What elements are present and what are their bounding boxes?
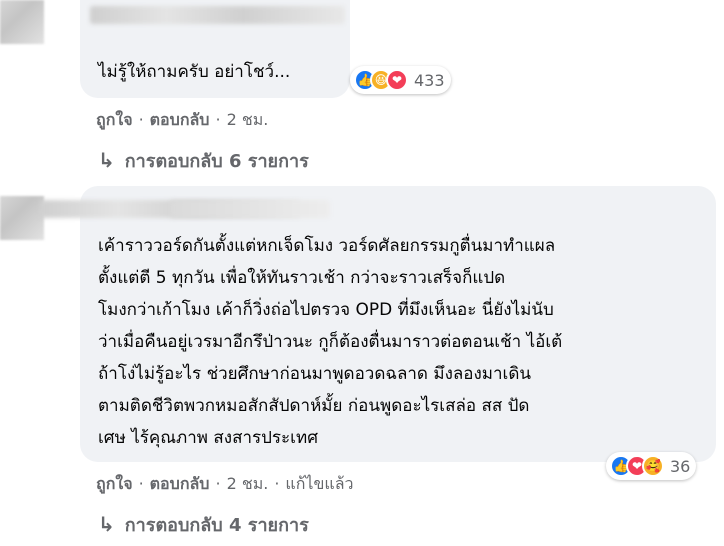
comment-line: ว่าเมื่อคืนอยู่เวรมาอีกรึป่าวนะ กูก็ต้อง… [98, 332, 563, 352]
comment-text: เค้าราววอร์ดกันตั้งแต่หกเจ็ดโมง วอร์ดศัล… [98, 230, 562, 454]
view-replies-link[interactable]: ↳ การตอบกลับ 6 รายการ [98, 146, 309, 175]
reply-arrow-icon: ↳ [98, 148, 115, 172]
avatar[interactable] [0, 0, 44, 44]
comment-bubble: เค้าราววอร์ดกันตั้งแต่หกเจ็ดโมง วอร์ดศัล… [40, 186, 716, 462]
replies-label: การตอบกลับ 6 รายการ [124, 151, 309, 172]
reply-button[interactable]: ตอบกลับ [150, 110, 210, 129]
avatar[interactable] [0, 196, 44, 240]
comment-line: เศษ ไร้คุณภาพ สงสารประเทศ [98, 428, 318, 448]
care-icon: 🥰 [642, 455, 664, 477]
comment-actions: ถูกใจ · ตอบกลับ · 2 ชม. [96, 108, 268, 133]
separator-dot: · [138, 110, 144, 129]
separator-dot: · [138, 474, 144, 493]
comment-text: ไม่รู้ให้ถามครับ อย่าโชว์... [98, 62, 291, 82]
reply-button[interactable]: ตอบกลับ [150, 474, 210, 493]
comment-actions: ถูกใจ · ตอบกลับ · 2 ชม. · แก้ไขแล้ว [96, 472, 354, 497]
separator-dot: · [274, 474, 280, 493]
replies-label: การตอบกลับ 4 รายการ [124, 515, 309, 536]
reply-arrow-icon: ↳ [98, 512, 115, 536]
comment-line: โมงกว่าเก้าโมง เค้าก็วิ่งถ่อไปตรวจ OPD ท… [98, 300, 554, 320]
comment-line: ตามติดชีวิตพวกหมอสักสัปดาห์มั้ย ก่อนพูดอ… [98, 396, 530, 416]
like-button[interactable]: ถูกใจ [96, 474, 133, 493]
like-button[interactable]: ถูกใจ [96, 110, 133, 129]
reaction-count: 433 [414, 70, 445, 90]
comment-line: เค้าราววอร์ดกันตั้งแต่หกเจ็ดโมง วอร์ดศัล… [98, 236, 556, 256]
comment-line: ตั้งแต่ตี 5 ทุกวัน เพื่อให้ทันราวเช้า กว… [98, 268, 506, 288]
love-icon: ❤ [386, 69, 408, 91]
edited-label: แก้ไขแล้ว [285, 474, 354, 493]
view-replies-link[interactable]: ↳ การตอบกลับ 4 รายการ [98, 510, 309, 539]
author-name-extra [170, 200, 330, 218]
reaction-summary[interactable]: 👍 😆 ❤ 433 [350, 66, 451, 94]
comment-line: ถ้าโง่ไม่รู้อะไร ช่วยศึกษาก่อนมาพูดอวดฉล… [98, 364, 532, 384]
reaction-summary[interactable]: 👍 ❤ 🥰 36 [606, 452, 697, 480]
separator-dot: · [215, 474, 221, 493]
separator-dot: · [215, 110, 221, 129]
comment-bubble: ไม่รู้ให้ถามครับ อย่าโชว์... [80, 0, 350, 98]
timestamp[interactable]: 2 ชม. [227, 474, 269, 493]
timestamp[interactable]: 2 ชม. [227, 110, 269, 129]
reaction-count: 36 [670, 456, 691, 476]
author-name[interactable] [90, 6, 345, 24]
